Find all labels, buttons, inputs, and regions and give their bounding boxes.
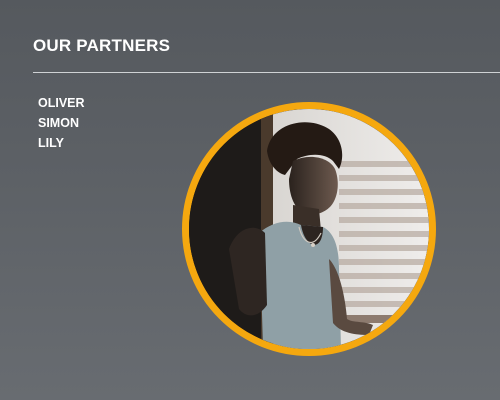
section-title: OUR PARTNERS [33, 36, 171, 55]
section-divider [33, 72, 500, 73]
partner-item-oliver[interactable]: OLIVER [38, 93, 85, 113]
partner-item-simon[interactable]: SIMON [38, 113, 85, 133]
partner-item-lily[interactable]: LILY [38, 133, 85, 153]
partner-list: OLIVER SIMON LILY [38, 93, 85, 153]
partner-photo-image [189, 109, 429, 349]
partner-photo [182, 102, 436, 356]
